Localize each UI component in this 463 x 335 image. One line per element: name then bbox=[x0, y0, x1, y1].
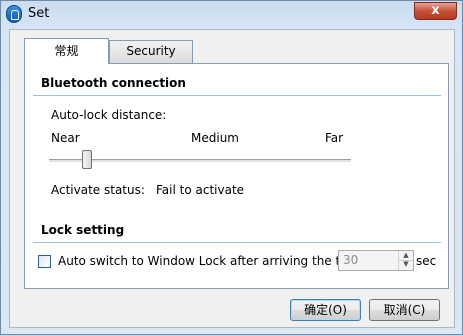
section-divider bbox=[33, 242, 441, 243]
app-lock-icon bbox=[6, 5, 22, 23]
time-value[interactable]: 30 bbox=[343, 253, 358, 267]
ok-button[interactable]: 确定(O) bbox=[290, 299, 361, 321]
time-spinbox[interactable]: 30 ▲ ▼ bbox=[338, 250, 414, 271]
autolock-slider-thumb[interactable] bbox=[82, 150, 92, 169]
close-button[interactable]: x bbox=[414, 2, 457, 20]
bluetooth-section-title: Bluetooth connection bbox=[41, 76, 186, 90]
cancel-button[interactable]: 取消(C) bbox=[369, 299, 440, 321]
title-bar[interactable]: Set x bbox=[1, 1, 462, 29]
tab-security[interactable]: Security bbox=[109, 40, 193, 63]
activate-status-value: Fail to activate bbox=[156, 183, 245, 197]
autolock-slider-track[interactable] bbox=[49, 159, 351, 162]
activate-status-label: Activate status: bbox=[51, 183, 145, 197]
tab-general[interactable]: 常规 bbox=[24, 38, 109, 64]
lock-section-title: Lock setting bbox=[41, 223, 125, 237]
section-divider bbox=[33, 95, 441, 96]
tab-panel: Bluetooth connection Auto-lock distance:… bbox=[24, 63, 449, 289]
window-title: Set bbox=[28, 6, 50, 21]
autolock-distance-label: Auto-lock distance: bbox=[51, 108, 167, 122]
slider-label-medium: Medium bbox=[191, 131, 239, 145]
time-unit-label: sec bbox=[416, 254, 437, 268]
spin-buttons: ▲ ▼ bbox=[398, 251, 413, 270]
set-dialog: Set x 常规 Security Bluetooth connection A… bbox=[0, 0, 463, 335]
dialog-body: 常规 Security Bluetooth connection Auto-lo… bbox=[9, 29, 455, 328]
spin-down-icon[interactable]: ▼ bbox=[399, 260, 413, 269]
auto-switch-checkbox[interactable] bbox=[38, 255, 51, 268]
slider-label-far: Far bbox=[325, 131, 344, 145]
slider-label-near: Near bbox=[51, 131, 80, 145]
auto-switch-label: Auto switch to Window Lock after arrivin… bbox=[58, 254, 363, 268]
